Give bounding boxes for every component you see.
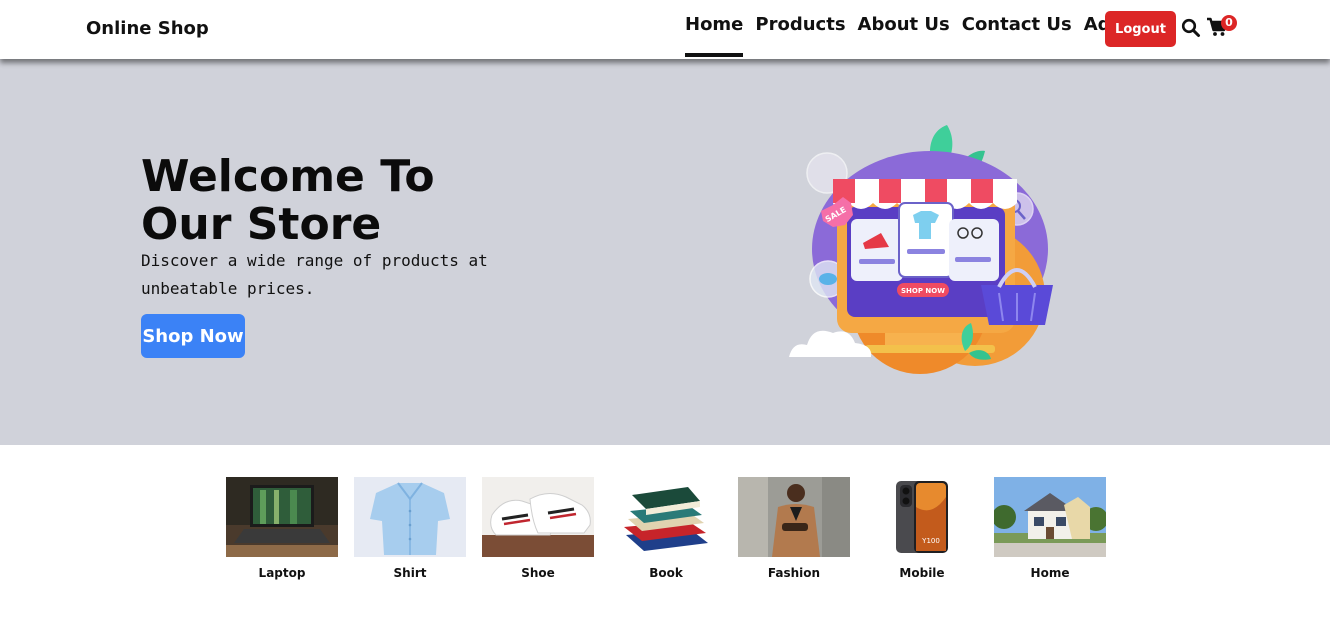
category-label: Mobile xyxy=(899,566,945,580)
category-shirt[interactable]: Shirt xyxy=(354,477,466,580)
nav-link-home[interactable]: Home xyxy=(685,14,744,57)
category-label: Shirt xyxy=(393,566,427,580)
hero-title: Welcome To Our Store xyxy=(141,151,435,250)
category-fashion[interactable]: Fashion xyxy=(738,477,850,580)
category-label: Fashion xyxy=(767,566,821,580)
home-image xyxy=(994,477,1106,557)
fashion-image xyxy=(738,477,850,557)
category-label: Laptop xyxy=(258,566,306,580)
category-label: Home xyxy=(1030,566,1070,580)
category-label: Shoe xyxy=(521,566,555,580)
logout-button[interactable]: Logout xyxy=(1105,11,1176,47)
category-label: Book xyxy=(649,566,683,580)
nav-link-about-us[interactable]: About Us xyxy=(858,14,950,57)
nav-link-contact-us[interactable]: Contact Us xyxy=(962,14,1072,57)
shop-now-button[interactable]: Shop Now xyxy=(141,314,245,358)
svg-text:Y100: Y100 xyxy=(921,537,940,545)
hero-subtitle: Discover a wide range of products at unb… xyxy=(141,251,488,298)
category-mobile[interactable]: Y100 Mobile xyxy=(866,477,978,580)
shoe-image xyxy=(482,477,594,557)
category-book[interactable]: Book xyxy=(610,477,722,580)
shirt-image xyxy=(354,477,466,557)
hero-section: Welcome To Our Store Discover a wide ran… xyxy=(0,59,1330,445)
mobile-image: Y100 xyxy=(866,477,978,557)
cart-count-badge: 0 xyxy=(1221,15,1237,31)
category-shoe[interactable]: Shoe xyxy=(482,477,594,580)
category-list: Laptop Shirt Shoe Book Fashion Y100 Mobi… xyxy=(226,477,1106,580)
book-image xyxy=(610,477,722,557)
category-laptop[interactable]: Laptop xyxy=(226,477,338,580)
category-home[interactable]: Home xyxy=(994,477,1106,580)
online-store-illustration: SHOP NOW SALE xyxy=(789,125,1053,374)
brand-logo[interactable]: Online Shop xyxy=(86,18,209,39)
laptop-image xyxy=(226,477,338,557)
search-icon[interactable] xyxy=(1181,18,1201,38)
navbar: Online Shop Home Products About Us Conta… xyxy=(0,0,1330,59)
illustration-shop-now-text: SHOP NOW xyxy=(901,287,945,295)
nav-links: Home Products About Us Contact Us Admin xyxy=(685,14,1148,57)
nav-link-products[interactable]: Products xyxy=(755,14,845,57)
